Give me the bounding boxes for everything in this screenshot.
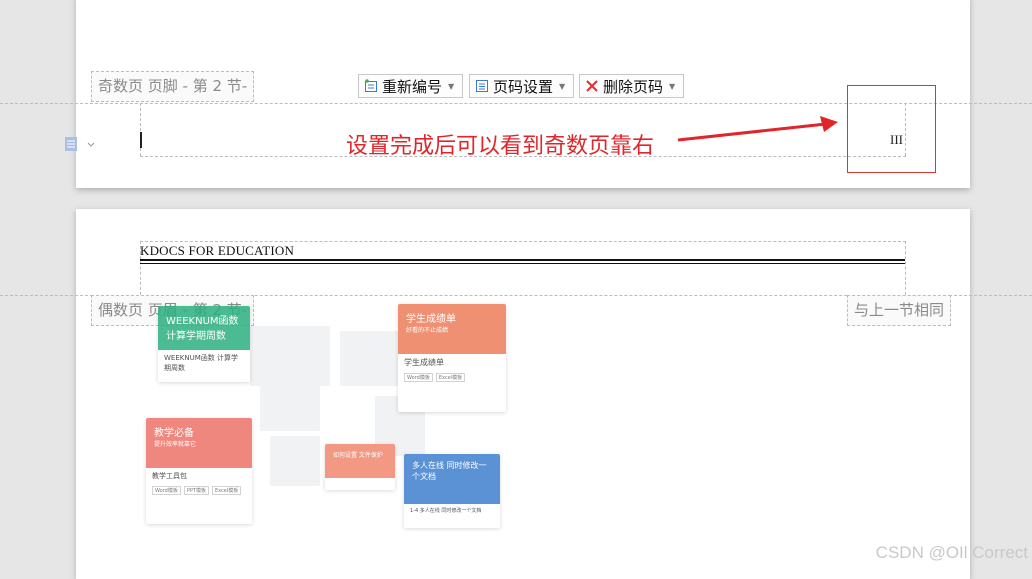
annotation-text: 设置完成后可以看到奇数页靠右 xyxy=(346,134,655,159)
chevron-down-icon: ▼ xyxy=(559,81,566,91)
protect-banner: 如何设置 文件保护 xyxy=(325,444,395,478)
tag: Excel模板 xyxy=(435,373,466,382)
tag: Word模板 xyxy=(152,486,181,495)
tag: Word模板 xyxy=(404,373,433,382)
education-templates-image: WEEKNUM函数 计算学期周数 WEEKNUM函数 计算学期周数 学生成绩单 … xyxy=(140,296,510,536)
header-text-area-top xyxy=(140,241,906,242)
protect-card: 如何设置 文件保护 xyxy=(325,444,395,490)
grades-banner: 学生成绩单 好看的不止成绩 xyxy=(398,304,506,354)
teaching-banner-sub: 提升效率就靠它 xyxy=(154,441,197,448)
grades-card: 学生成绩单 好看的不止成绩 学生成绩单 Word模板 Excel模板 xyxy=(398,304,506,412)
delete-page-number-button[interactable]: 删除页码 ▼ xyxy=(579,74,684,98)
annotation-arrow xyxy=(677,116,838,142)
grades-title: 学生成绩单 xyxy=(404,358,444,367)
page-settings-icon xyxy=(475,79,489,93)
ghost-card xyxy=(340,331,400,386)
header-text-area-right xyxy=(905,241,906,295)
chevron-down-icon: ▼ xyxy=(669,81,676,91)
online-card: 多人在线 同时修改一个文档 1-4 多人在线 同时修改一个文档 xyxy=(404,454,500,528)
online-banner: 多人在线 同时修改一个文档 xyxy=(404,454,500,504)
weeknum-title: WEEKNUM函数 计算学期周数 xyxy=(164,354,238,372)
teaching-title: 教学工具包 xyxy=(152,472,187,480)
ghost-card xyxy=(250,326,330,386)
tag: Excel模板 xyxy=(211,486,242,495)
header-rule-thin xyxy=(140,263,905,264)
teaching-banner: 教学必备 提升效率就靠它 xyxy=(146,418,252,468)
page-settings-label: 页码设置 xyxy=(493,77,554,96)
close-icon xyxy=(585,79,599,93)
highlight-box xyxy=(847,85,936,173)
teaching-tags: Word模板 PPT模板 Excel模板 xyxy=(146,484,252,497)
weeknum-banner: WEEKNUM函数 计算学期周数 xyxy=(158,306,250,350)
page-number[interactable]: III xyxy=(890,132,903,148)
tag: PPT模板 xyxy=(183,486,209,495)
teaching-banner-title: 教学必备 xyxy=(154,428,194,439)
header-rule-thick xyxy=(140,259,905,261)
delete-page-number-label: 删除页码 xyxy=(603,77,664,96)
online-title: 1-4 多人在线 同时修改一个文档 xyxy=(410,508,482,514)
grades-banner-sub: 好看的不止成绩 xyxy=(406,327,449,334)
renumber-icon xyxy=(364,79,378,93)
same-as-previous-tab[interactable]: 与上一节相同 xyxy=(847,295,952,326)
weeknum-card: WEEKNUM函数 计算学期周数 WEEKNUM函数 计算学期周数 xyxy=(158,306,250,382)
footer-text-area-left xyxy=(140,103,141,156)
odd-footer-section-tab: 奇数页 页脚 - 第 2 节- xyxy=(91,71,255,102)
paragraph-layout-icon[interactable] xyxy=(64,135,95,157)
page-number-settings-button[interactable]: 页码设置 ▼ xyxy=(469,74,574,98)
ghost-card xyxy=(260,386,320,431)
grades-tags: Word模板 Excel模板 xyxy=(398,371,506,384)
teaching-card: 教学必备 提升效率就靠它 教学工具包 Word模板 PPT模板 Excel模板 xyxy=(146,418,252,524)
renumber-label: 重新编号 xyxy=(382,77,443,96)
renumber-button[interactable]: 重新编号 ▼ xyxy=(358,74,463,98)
ghost-card xyxy=(270,436,320,486)
chevron-down-icon: ▼ xyxy=(448,81,455,91)
text-cursor xyxy=(140,132,142,148)
watermark: CSDN @OIl Correct xyxy=(875,543,1028,562)
header-text[interactable]: KDOCS FOR EDUCATION xyxy=(140,243,294,259)
grades-banner-title: 学生成绩单 xyxy=(406,314,456,325)
